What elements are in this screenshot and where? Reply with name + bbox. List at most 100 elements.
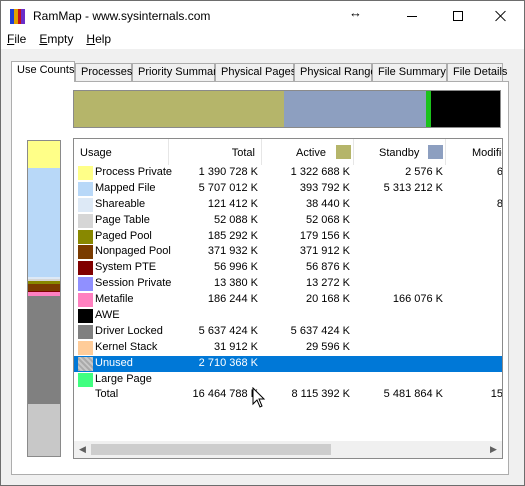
table-row-process-private[interactable]: Process Private 1 390 728 K 1 322 688 K 2 5… xyxy=(74,165,503,181)
chevron-right-icon: ▶ xyxy=(490,444,497,454)
cell-active: 56 876 K xyxy=(305,261,350,274)
table-row-driver-locked[interactable]: Driver Locked 5 637 424 K 5 637 424 K xyxy=(74,324,502,340)
table-row-unused[interactable]: Unused 2 710 368 K xyxy=(74,355,502,372)
summary-segment-free xyxy=(430,91,500,127)
color-swatch xyxy=(78,245,93,260)
menu-bar: File Empty Help xyxy=(1,31,524,49)
cell-total: 31 912 K xyxy=(213,340,258,353)
title-bar[interactable]: RamMap - www.sysinternals.com ↔ xyxy=(1,1,524,31)
cell-active: 1 322 688 K xyxy=(290,166,350,178)
memory-summary-bar xyxy=(73,90,501,128)
color-swatch xyxy=(78,197,93,212)
cell-total: 186 244 K xyxy=(207,293,258,306)
tab-processes[interactable]: Processes xyxy=(75,63,132,81)
cell-total: 56 996 K xyxy=(213,261,258,274)
table-row-kernel-stack[interactable]: Kernel Stack 31 912 K 29 596 K xyxy=(74,340,502,356)
row-label: Paged Pool xyxy=(95,229,152,242)
horizontal-scrollbar[interactable]: ◀ ▶ xyxy=(74,441,502,458)
cell-total: 5 707 012 K xyxy=(198,181,258,194)
chevron-left-icon: ◀ xyxy=(79,444,86,454)
summary-segment-standby xyxy=(284,91,426,127)
mouse-cursor-icon xyxy=(252,387,266,408)
cell-standby: 166 076 K xyxy=(392,293,443,306)
usage-segment-driver-locked xyxy=(28,295,60,404)
color-swatch xyxy=(78,166,93,180)
row-label: Large Page xyxy=(95,372,152,385)
table-row-awe[interactable]: AWE xyxy=(74,308,502,324)
close-icon xyxy=(495,10,507,22)
column-header-modified[interactable]: Modifie xyxy=(446,139,502,165)
cell-modified: 15 xyxy=(490,388,503,401)
cell-total: 121 412 K xyxy=(207,197,258,210)
color-swatch xyxy=(78,213,93,228)
color-swatch xyxy=(78,372,93,387)
cell-modified: 6 xyxy=(496,166,503,178)
resize-arrows-icon: ↔ xyxy=(349,5,362,20)
app-icon-stripe xyxy=(21,9,25,24)
cell-total: 2 710 368 K xyxy=(198,356,258,369)
menu-empty[interactable]: Empty xyxy=(33,31,80,49)
cell-standby: 2 576 K xyxy=(405,166,443,178)
color-swatch xyxy=(78,181,93,196)
cell-active: 38 440 K xyxy=(305,197,350,210)
menu-file[interactable]: File xyxy=(1,31,33,49)
row-label: Page Table xyxy=(95,213,150,226)
minimize-button[interactable] xyxy=(389,1,435,31)
scrollbar-thumb[interactable] xyxy=(91,444,331,455)
table-row-nonpaged-pool[interactable]: Nonpaged Pool 371 932 K 371 912 K xyxy=(74,244,502,260)
scroll-left-button[interactable]: ◀ xyxy=(74,441,91,458)
active-color-swatch xyxy=(336,145,351,159)
usage-segment-nonpaged-pool xyxy=(28,283,60,291)
table-row-large-page[interactable]: Large Page xyxy=(74,372,502,388)
table-row-paged-pool[interactable]: Paged Pool 185 292 K 179 156 K xyxy=(74,229,502,245)
use-counts-table[interactable]: Usage Total Active Standby Modifie Proce… xyxy=(73,138,503,459)
tab-file-details[interactable]: File Details xyxy=(447,63,507,81)
scroll-right-button[interactable]: ▶ xyxy=(485,441,502,458)
cell-total: 371 932 K xyxy=(207,245,258,258)
color-swatch xyxy=(78,277,93,292)
table-row-mapped-file[interactable]: Mapped File 5 707 012 K 393 792 K 5 313 212… xyxy=(74,181,502,197)
color-swatch xyxy=(78,356,93,371)
cell-total: 5 637 424 K xyxy=(198,324,258,337)
cell-active: 29 596 K xyxy=(305,340,350,353)
cell-total: 16 464 788 K xyxy=(192,388,258,401)
color-swatch xyxy=(78,293,93,308)
table-row-total[interactable]: Total 16 464 788 K 8 115 392 K 5 481 864 K 1… xyxy=(74,387,503,403)
table-row-session-private[interactable]: Session Private 13 380 K 13 272 K xyxy=(74,276,502,292)
cell-active: 5 637 424 K xyxy=(290,324,350,337)
table-rows: Process Private 1 390 728 K 1 322 688 K 2 5… xyxy=(74,165,503,403)
table-header: Usage Total Active Standby Modifie xyxy=(74,139,502,165)
maximize-button[interactable] xyxy=(435,1,481,31)
table-row-shareable[interactable]: Shareable 121 412 K 38 440 K 8 xyxy=(74,197,503,213)
color-swatch xyxy=(78,324,93,339)
cell-standby: 5 481 864 K xyxy=(383,388,443,401)
cell-active: 371 912 K xyxy=(299,245,350,258)
table-row-page-table[interactable]: Page Table 52 088 K 52 068 K xyxy=(74,213,502,229)
table-row-metafile[interactable]: Metafile 186 244 K 20 168 K 166 076 K xyxy=(74,292,502,308)
cell-modified: 8 xyxy=(496,197,503,210)
column-header-active[interactable]: Active xyxy=(262,139,354,165)
row-label: Mapped File xyxy=(95,181,156,194)
usage-segment-mapped-file xyxy=(28,167,60,278)
column-header-total[interactable]: Total xyxy=(169,139,262,165)
table-row-system-pte[interactable]: System PTE 56 996 K 56 876 K xyxy=(74,260,502,276)
cell-total: 13 380 K xyxy=(213,277,258,290)
row-label: Process Private xyxy=(95,166,173,178)
tab-physical-pages[interactable]: Physical Pages xyxy=(215,63,296,81)
usage-summary-bar xyxy=(27,140,61,457)
tab-use-counts[interactable]: Use Counts xyxy=(11,61,75,82)
row-label: Nonpaged Pool xyxy=(95,245,171,258)
tab-physical-ranges[interactable]: Physical Ranges xyxy=(294,63,382,81)
column-header-standby[interactable]: Standby xyxy=(354,139,446,165)
usage-segment-unused xyxy=(28,404,60,456)
close-button[interactable] xyxy=(478,1,524,31)
standby-color-swatch xyxy=(428,145,443,159)
cell-active: 393 792 K xyxy=(299,181,350,194)
menu-help[interactable]: Help xyxy=(80,31,118,49)
row-label: Driver Locked xyxy=(95,324,163,337)
cell-active: 52 068 K xyxy=(305,213,350,226)
window-title: RamMap - www.sysinternals.com xyxy=(33,9,211,23)
tab-priority-summary[interactable]: Priority Summary xyxy=(132,63,222,81)
tab-file-summary[interactable]: File Summary xyxy=(372,63,447,81)
column-header-usage[interactable]: Usage xyxy=(74,139,169,165)
